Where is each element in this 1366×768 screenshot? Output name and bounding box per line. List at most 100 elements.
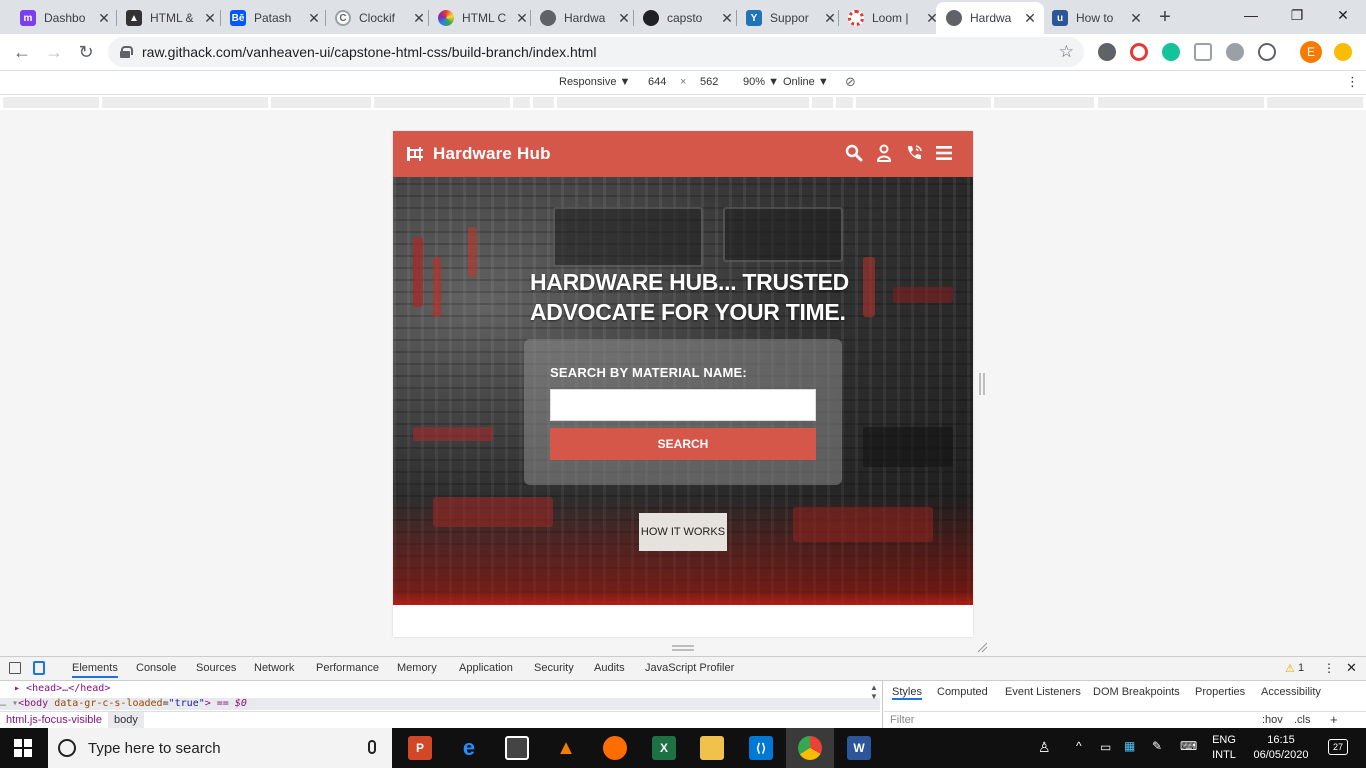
- close-icon[interactable]: ✕: [719, 10, 735, 27]
- address-bar[interactable]: raw.githack.com/vanheaven-ui/capstone-ht…: [108, 37, 1084, 67]
- lastpass-icon[interactable]: [1130, 43, 1148, 61]
- dom-scrollbar[interactable]: ▲ ▼: [868, 683, 880, 709]
- grammarly-icon[interactable]: [1162, 43, 1180, 61]
- browser-tab[interactable]: C Clockif ✕: [325, 2, 433, 34]
- breadcrumb-body[interactable]: body: [108, 712, 144, 728]
- styles-pane-tab[interactable]: Styles: [892, 686, 922, 700]
- dom-node-body[interactable]: … ▾<body data-gr-c-s-loaded="true"> == $…: [0, 698, 880, 710]
- hamburger-menu-icon[interactable]: [935, 144, 953, 162]
- firefox-icon[interactable]: [603, 736, 627, 760]
- devtools-close-icon[interactable]: ✕: [1346, 660, 1357, 676]
- close-icon[interactable]: ✕: [616, 10, 632, 27]
- close-icon[interactable]: ✕: [202, 10, 218, 27]
- windows-start-icon[interactable]: [14, 739, 32, 757]
- update-icon[interactable]: [1334, 43, 1352, 61]
- close-icon[interactable]: ✕: [822, 10, 838, 27]
- devtools-tab-audits[interactable]: Audits: [594, 662, 625, 674]
- accessibility-pane-tab[interactable]: Accessibility: [1261, 686, 1321, 698]
- dom-node-head[interactable]: ▸ <head>…</head>: [14, 683, 110, 694]
- language-indicator[interactable]: ENG INTL: [1206, 728, 1242, 768]
- search-button[interactable]: SEARCH: [550, 428, 816, 460]
- corner-resize-handle[interactable]: [976, 641, 988, 653]
- breadcrumb-html[interactable]: html.js-focus-visible: [6, 714, 102, 726]
- width-resize-handle[interactable]: [979, 373, 985, 395]
- dom-breakpoints-pane-tab[interactable]: DOM Breakpoints: [1093, 686, 1180, 698]
- excel-icon[interactable]: X: [652, 736, 676, 760]
- material-search-input[interactable]: [550, 389, 816, 421]
- network-throttle-select[interactable]: Online ▼: [783, 76, 829, 88]
- edge-icon[interactable]: e: [457, 735, 481, 760]
- browser-tab[interactable]: u How to ✕: [1042, 2, 1150, 34]
- minimize-button[interactable]: —: [1228, 0, 1274, 34]
- taskbar-search-box[interactable]: Type here to search: [48, 728, 392, 768]
- user-icon[interactable]: [875, 144, 893, 162]
- close-icon[interactable]: ✕: [514, 10, 530, 27]
- zoom-select[interactable]: 90% ▼: [743, 76, 779, 88]
- browser-tab-active[interactable]: Hardwa ✕: [936, 2, 1044, 34]
- computed-pane-tab[interactable]: Computed: [937, 686, 988, 698]
- people-icon[interactable]: ♙: [1038, 739, 1051, 768]
- store-icon[interactable]: [505, 736, 529, 760]
- vscode-icon[interactable]: ⟨⟩: [749, 736, 773, 760]
- profile-avatar[interactable]: E: [1300, 41, 1322, 63]
- close-icon[interactable]: ✕: [1022, 10, 1038, 27]
- devtools-tab-elements[interactable]: Elements: [72, 662, 118, 678]
- new-tab-button[interactable]: +: [1154, 6, 1176, 28]
- site-brand[interactable]: Hardware Hub: [433, 144, 551, 164]
- devtools-tab-application[interactable]: Application: [459, 662, 513, 674]
- browser-tab[interactable]: ▲ HTML & ✕: [116, 2, 224, 34]
- devtools-tab-performance[interactable]: Performance: [316, 662, 379, 674]
- maximize-button[interactable]: ❐: [1274, 0, 1320, 34]
- forward-arrow-icon[interactable]: →: [42, 40, 66, 64]
- warning-icon[interactable]: ⚠: [1285, 662, 1295, 675]
- devtools-tab-js-profiler[interactable]: JavaScript Profiler: [645, 662, 734, 674]
- close-icon[interactable]: ✕: [1128, 10, 1144, 27]
- devtools-tab-network[interactable]: Network: [254, 662, 294, 674]
- shield-icon[interactable]: [1194, 43, 1212, 61]
- warning-count[interactable]: 1: [1298, 662, 1304, 674]
- how-it-works-button[interactable]: HOW IT WORKS: [639, 513, 727, 551]
- notifications-icon[interactable]: 27: [1326, 739, 1350, 757]
- browser-tab[interactable]: Bē Patash ✕: [220, 2, 328, 34]
- phone-icon[interactable]: [905, 144, 923, 162]
- lock-icon[interactable]: [120, 46, 133, 58]
- devtools-menu-icon[interactable]: ⋮: [1323, 661, 1335, 675]
- search-icon[interactable]: [845, 144, 863, 162]
- show-hidden-icons-icon[interactable]: ^: [1076, 739, 1082, 768]
- class-toggle[interactable]: .cls: [1294, 714, 1311, 726]
- viewport-height-input[interactable]: 562: [700, 76, 718, 88]
- file-explorer-icon[interactable]: [700, 736, 724, 760]
- keyboard-icon[interactable]: ⌨: [1180, 739, 1197, 768]
- browser-tab[interactable]: HTML C ✕: [428, 2, 536, 34]
- viewport-width-input[interactable]: 644: [648, 76, 666, 88]
- clock[interactable]: 16:15 06/05/2020: [1250, 728, 1312, 768]
- properties-pane-tab[interactable]: Properties: [1195, 686, 1245, 698]
- new-style-rule-button[interactable]: +: [1330, 712, 1338, 727]
- device-toggle-icon[interactable]: [33, 661, 45, 675]
- browser-tab[interactable]: Hardwa ✕: [530, 2, 638, 34]
- devtools-tab-sources[interactable]: Sources: [196, 662, 236, 674]
- battery-icon[interactable]: ▭: [1100, 740, 1111, 768]
- clockify-icon[interactable]: [1258, 43, 1276, 61]
- word-icon[interactable]: W: [847, 736, 871, 760]
- close-icon[interactable]: ✕: [411, 10, 427, 27]
- device-mode-select[interactable]: Responsive ▼: [559, 76, 630, 88]
- powerpoint-icon[interactable]: P: [408, 736, 432, 760]
- devtools-tab-console[interactable]: Console: [136, 662, 176, 674]
- browser-tab[interactable]: m Dashbo ✕: [10, 2, 118, 34]
- network-icon[interactable]: ▦: [1124, 739, 1135, 768]
- vlc-icon[interactable]: ▲: [554, 736, 578, 760]
- browser-tab[interactable]: Loom | ✕: [838, 2, 946, 34]
- close-icon[interactable]: ✕: [306, 10, 322, 27]
- close-icon[interactable]: ✕: [96, 10, 112, 27]
- more-options-icon[interactable]: ⋮: [1346, 74, 1359, 90]
- back-arrow-icon[interactable]: ←: [10, 40, 34, 64]
- browser-tab[interactable]: Y Suppor ✕: [736, 2, 844, 34]
- reload-icon[interactable]: ↻: [74, 40, 98, 64]
- bookmark-star-icon[interactable]: ☆: [1059, 42, 1074, 62]
- chrome-icon[interactable]: [798, 736, 822, 760]
- extension-icon[interactable]: [1226, 43, 1244, 61]
- pen-icon[interactable]: ✎: [1152, 739, 1162, 768]
- inspect-element-icon[interactable]: [9, 662, 21, 674]
- height-resize-handle[interactable]: [672, 645, 694, 651]
